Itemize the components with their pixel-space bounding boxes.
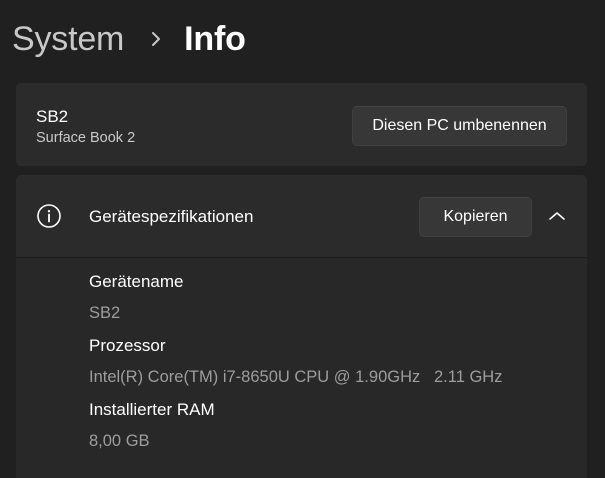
device-card: SB2 Surface Book 2 Diesen PC umbenennen bbox=[16, 83, 587, 166]
spec-value-device-name: SB2 bbox=[89, 304, 121, 322]
device-specs-title: Gerätespezifikationen bbox=[89, 207, 254, 226]
device-specs-header[interactable]: Gerätespezifikationen Kopieren bbox=[16, 175, 587, 258]
device-specs-card: Gerätespezifikationen Kopieren Gerätenam… bbox=[16, 175, 587, 478]
device-model: Surface Book 2 bbox=[36, 130, 136, 146]
device-specs-list: Gerätename SB2 Prozessor Intel(R) Core(T… bbox=[16, 258, 587, 478]
spec-label-ram: Installierter RAM bbox=[89, 400, 215, 419]
info-icon bbox=[36, 203, 62, 229]
device-name: SB2 bbox=[36, 107, 69, 126]
spec-label-processor: Prozessor bbox=[89, 336, 166, 355]
breadcrumb-system-link[interactable]: System bbox=[12, 20, 124, 59]
chevron-up-icon[interactable] bbox=[546, 205, 568, 227]
spec-value-processor: Intel(R) Core(TM) i7-8650U CPU @ 1.90GHz… bbox=[89, 368, 503, 386]
chevron-right-icon bbox=[142, 25, 170, 53]
copy-button[interactable]: Kopieren bbox=[419, 197, 532, 237]
page-title: Info bbox=[184, 19, 246, 58]
rename-pc-button[interactable]: Diesen PC umbenennen bbox=[352, 106, 567, 146]
spec-label-device-name: Gerätename bbox=[89, 272, 184, 291]
spec-value-ram: 8,00 GB bbox=[89, 432, 150, 450]
breadcrumb: System Info bbox=[12, 14, 246, 64]
